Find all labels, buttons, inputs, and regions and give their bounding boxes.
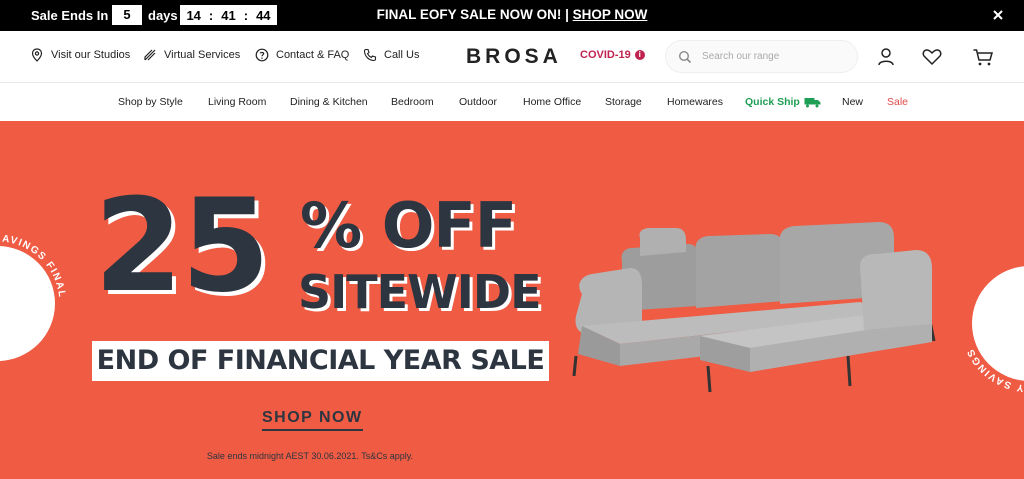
account-icon[interactable]	[875, 46, 897, 68]
help-circle-icon	[255, 48, 269, 62]
call-us-link[interactable]: Call Us	[363, 48, 419, 62]
virtual-services-link[interactable]: Virtual Services	[143, 48, 240, 62]
hero-shop-now-button[interactable]: SHOP NOW	[262, 409, 363, 431]
close-icon[interactable]	[991, 8, 1005, 22]
nav-living-room[interactable]: Living Room	[208, 96, 266, 108]
covid-link[interactable]: COVID-19 i	[580, 49, 645, 61]
virtual-services-label: Virtual Services	[164, 49, 241, 61]
nav-storage[interactable]: Storage	[605, 96, 642, 108]
visit-studios-link[interactable]: Visit our Studios	[30, 48, 130, 62]
nav-homewares[interactable]: Homewares	[667, 96, 723, 108]
pencil-ruler-icon	[144, 49, 156, 61]
phone-icon	[363, 48, 377, 62]
cart-icon[interactable]	[972, 46, 994, 68]
eofy-sale-title: END OF FINANCIAL YEAR SALE	[92, 341, 549, 381]
brand-logo[interactable]: BROSA	[466, 45, 562, 69]
search-bar	[665, 40, 858, 73]
contact-faq-link[interactable]: Contact & FAQ	[255, 48, 349, 62]
contact-faq-label: Contact & FAQ	[276, 49, 350, 61]
site-header: Visit our Studios Virtual Services Conta…	[0, 31, 1024, 83]
nav-new[interactable]: New	[842, 96, 863, 108]
svg-text:CHANCE EOFY SAVINGS FINAL: CHANCE EOFY SAVINGS FINAL	[0, 233, 67, 303]
sitewide-heading: SITEWIDE	[298, 265, 542, 319]
promo-shop-now-link[interactable]: SHOP NOW	[573, 7, 648, 22]
svg-text:FINAL CHANCE EOFY SAVINGS: FINAL CHANCE EOFY SAVINGS	[965, 302, 1024, 393]
sale-terms: Sale ends midnight AEST 30.06.2021. Ts&C…	[206, 451, 414, 461]
location-pin-icon	[31, 48, 43, 62]
nav-quick-ship[interactable]: Quick Ship	[745, 96, 821, 108]
visit-studios-label: Visit our Studios	[51, 49, 131, 61]
main-navigation: Shop by Style Living Room Dining & Kitch…	[0, 84, 1024, 121]
announcement-bar: Sale Ends In 5 days 14 : 41 : 44 FINAL E…	[0, 0, 1024, 31]
nav-home-office[interactable]: Home Office	[523, 96, 581, 108]
wishlist-heart-icon[interactable]	[921, 46, 943, 68]
eofy-badge-left-text: CHANCE EOFY SAVINGS FINAL	[0, 233, 66, 303]
hero-banner[interactable]: CHANCE EOFY SAVINGS FINAL FINAL CHANCE E…	[0, 121, 1024, 479]
nav-sale[interactable]: Sale	[887, 96, 908, 108]
eofy-badge-right-text: FINAL CHANCE EOFY SAVINGS	[965, 302, 1024, 393]
delivery-truck-icon	[804, 97, 821, 107]
search-icon[interactable]	[678, 50, 692, 64]
covid-label: COVID-19	[580, 49, 631, 61]
promo-message: FINAL EOFY SALE NOW ON! | SHOP NOW	[0, 7, 1024, 22]
nav-dining-kitchen[interactable]: Dining & Kitchen	[290, 96, 368, 108]
nav-bedroom[interactable]: Bedroom	[391, 96, 434, 108]
call-us-label: Call Us	[384, 49, 420, 61]
discount-number: 25	[94, 172, 270, 321]
eofy-badge-right-ring: FINAL CHANCE EOFY SAVINGS	[965, 302, 1024, 393]
nav-outdoor[interactable]: Outdoor	[459, 96, 497, 108]
search-input[interactable]	[702, 51, 842, 62]
sofa-image	[572, 222, 936, 393]
nav-quick-ship-label: Quick Ship	[745, 96, 800, 108]
percent-off-heading: % OFF	[300, 189, 517, 262]
promo-text: FINAL EOFY SALE NOW ON! |	[376, 7, 569, 22]
info-icon: i	[634, 50, 645, 60]
eofy-badge-left-ring: CHANCE EOFY SAVINGS FINAL	[0, 233, 67, 303]
nav-shop-by-style[interactable]: Shop by Style	[118, 96, 183, 108]
